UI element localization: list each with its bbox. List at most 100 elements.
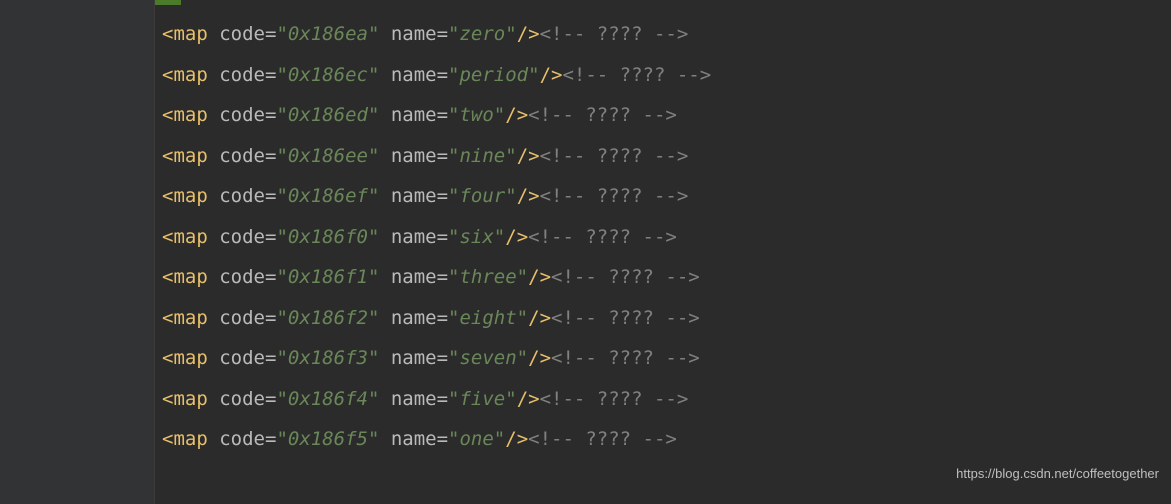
attr-name: name: [379, 64, 436, 86]
code-editor-content[interactable]: <map code="0x186ea" name="zero"/><!-- ??…: [162, 14, 1171, 460]
close-bracket: />: [505, 226, 528, 248]
tag-name: map: [173, 145, 207, 167]
open-bracket: <: [162, 64, 173, 86]
equals: =: [437, 388, 448, 410]
equals: =: [437, 266, 448, 288]
comment: <!-- ???? -->: [551, 266, 700, 288]
editor-gutter: [0, 0, 155, 504]
attr-value: "0x186f2": [276, 307, 379, 329]
comment: <!-- ???? -->: [551, 307, 700, 329]
attr-name: name: [379, 145, 436, 167]
tag-name: map: [173, 428, 207, 450]
attr-name: name: [379, 104, 436, 126]
attr-value: "six": [448, 226, 505, 248]
tag-name: map: [173, 388, 207, 410]
close-bracket: />: [528, 307, 551, 329]
equals: =: [265, 428, 276, 450]
code-line[interactable]: <map code="0x186ec" name="period"/><!-- …: [162, 55, 1171, 96]
close-bracket: />: [505, 428, 528, 450]
attr-value: "0x186f3": [276, 347, 379, 369]
equals: =: [437, 185, 448, 207]
attr-value: "period": [448, 64, 540, 86]
close-bracket: />: [517, 388, 540, 410]
comment: <!-- ???? -->: [540, 388, 689, 410]
open-bracket: <: [162, 266, 173, 288]
attr-name: code: [208, 347, 265, 369]
equals: =: [437, 145, 448, 167]
comment: <!-- ???? -->: [528, 104, 677, 126]
close-bracket: />: [517, 185, 540, 207]
code-line[interactable]: <map code="0x186f2" name="eight"/><!-- ?…: [162, 298, 1171, 339]
code-line[interactable]: <map code="0x186ed" name="two"/><!-- ???…: [162, 95, 1171, 136]
attr-name: name: [379, 428, 436, 450]
close-bracket: />: [540, 64, 563, 86]
tag-name: map: [173, 347, 207, 369]
equals: =: [265, 388, 276, 410]
tag-name: map: [173, 226, 207, 248]
attr-value: "0x186f5": [276, 428, 379, 450]
attr-name: code: [208, 428, 265, 450]
attr-value: "0x186ef": [276, 185, 379, 207]
comment: <!-- ???? -->: [528, 428, 677, 450]
comment: <!-- ???? -->: [540, 185, 689, 207]
code-line[interactable]: <map code="0x186ef" name="four"/><!-- ??…: [162, 176, 1171, 217]
open-bracket: <: [162, 347, 173, 369]
attr-name: code: [208, 266, 265, 288]
attr-name: name: [379, 307, 436, 329]
close-bracket: />: [505, 104, 528, 126]
attr-value: "four": [448, 185, 517, 207]
code-line[interactable]: <map code="0x186f0" name="six"/><!-- ???…: [162, 217, 1171, 258]
attr-name: name: [379, 23, 436, 45]
code-line[interactable]: <map code="0x186f4" name="five"/><!-- ??…: [162, 379, 1171, 420]
attr-name: name: [379, 226, 436, 248]
attr-name: code: [208, 307, 265, 329]
tag-name: map: [173, 266, 207, 288]
equals: =: [437, 64, 448, 86]
code-line[interactable]: <map code="0x186ee" name="nine"/><!-- ??…: [162, 136, 1171, 177]
attr-value: "five": [448, 388, 517, 410]
tag-name: map: [173, 104, 207, 126]
open-bracket: <: [162, 23, 173, 45]
equals: =: [437, 23, 448, 45]
attr-name: code: [208, 388, 265, 410]
comment: <!-- ???? -->: [540, 145, 689, 167]
equals: =: [265, 104, 276, 126]
attr-name: code: [208, 226, 265, 248]
attr-value: "two": [448, 104, 505, 126]
tag-name: map: [173, 64, 207, 86]
equals: =: [437, 104, 448, 126]
line-marker: [155, 0, 181, 5]
code-line[interactable]: <map code="0x186f1" name="three"/><!-- ?…: [162, 257, 1171, 298]
tag-name: map: [173, 185, 207, 207]
tag-name: map: [173, 23, 207, 45]
attr-name: name: [379, 347, 436, 369]
attr-value: "one": [448, 428, 505, 450]
attr-value: "0x186ec": [276, 64, 379, 86]
equals: =: [265, 185, 276, 207]
equals: =: [437, 428, 448, 450]
tag-name: map: [173, 307, 207, 329]
open-bracket: <: [162, 104, 173, 126]
attr-value: "0x186f0": [276, 226, 379, 248]
attr-value: "eight": [448, 307, 528, 329]
close-bracket: />: [517, 23, 540, 45]
code-line[interactable]: <map code="0x186f3" name="seven"/><!-- ?…: [162, 338, 1171, 379]
open-bracket: <: [162, 185, 173, 207]
equals: =: [265, 226, 276, 248]
open-bracket: <: [162, 388, 173, 410]
attr-name: code: [208, 104, 265, 126]
close-bracket: />: [528, 266, 551, 288]
attr-value: "0x186f4": [276, 388, 379, 410]
equals: =: [265, 307, 276, 329]
attr-name: code: [208, 23, 265, 45]
attr-name: code: [208, 145, 265, 167]
open-bracket: <: [162, 307, 173, 329]
equals: =: [437, 307, 448, 329]
code-line[interactable]: <map code="0x186ea" name="zero"/><!-- ??…: [162, 14, 1171, 55]
equals: =: [265, 347, 276, 369]
comment: <!-- ???? -->: [551, 347, 700, 369]
attr-name: code: [208, 64, 265, 86]
equals: =: [265, 23, 276, 45]
watermark-text: https://blog.csdn.net/coffeetogether: [956, 454, 1159, 495]
open-bracket: <: [162, 428, 173, 450]
